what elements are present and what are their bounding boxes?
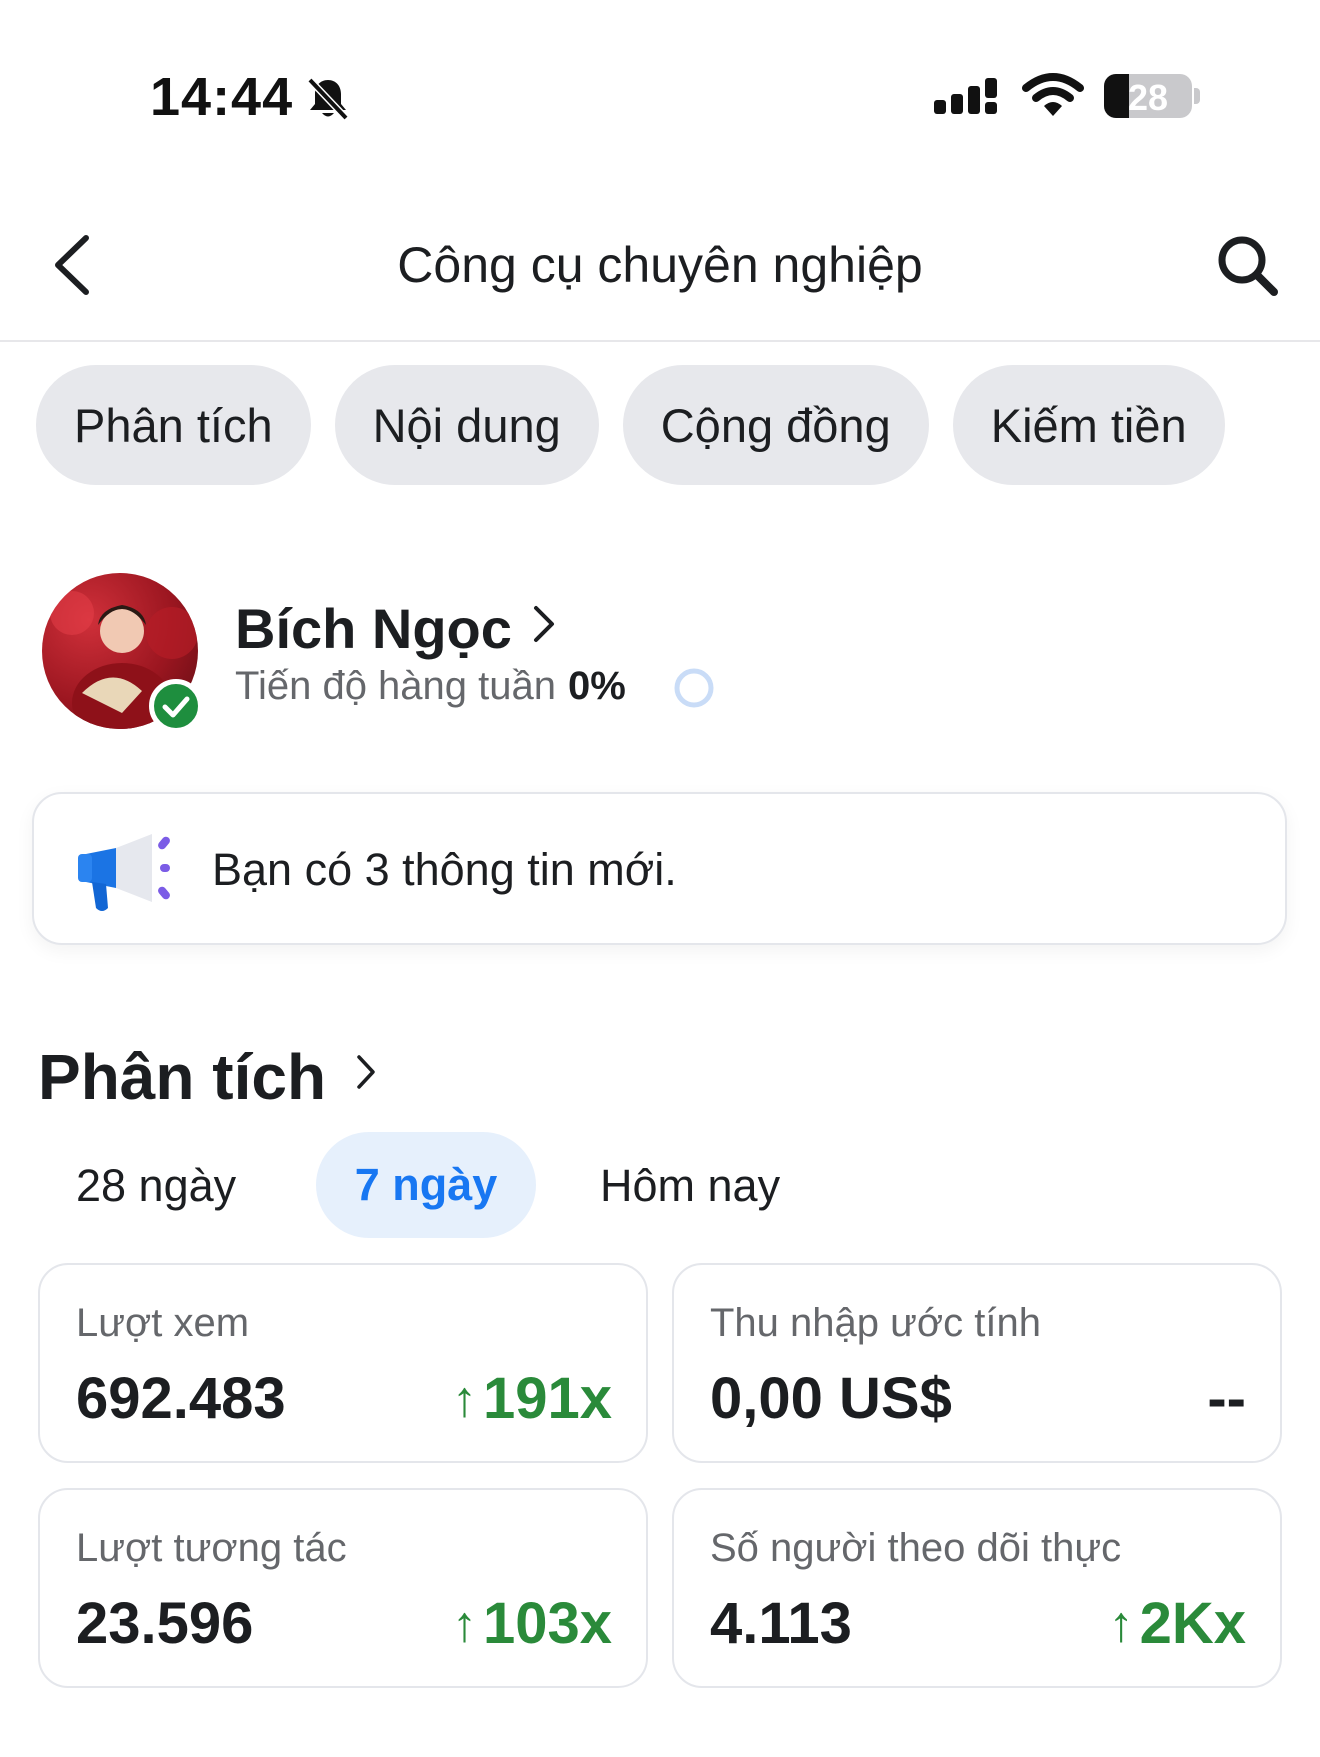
stat-change: ↑ 2Kx	[1109, 1590, 1246, 1657]
progress-ring	[674, 668, 714, 708]
stat-card-views[interactable]: Lượt xem 692.483 ↑ 191x	[38, 1263, 648, 1463]
bell-slash-icon	[307, 77, 349, 121]
megaphone-icon	[78, 834, 170, 911]
arrow-up-icon: ↑	[451, 1595, 477, 1652]
stat-value: 23.596	[76, 1591, 254, 1656]
verified-badge	[149, 679, 203, 733]
tab-kiem-tien[interactable]: Kiếm tiền	[952, 365, 1225, 485]
stat-change-value: 2Kx	[1139, 1591, 1246, 1656]
notification-text: Bạn có 3 thông tin mới.	[212, 844, 677, 895]
stat-change-value: 103x	[482, 1591, 612, 1656]
stat-label: Số người theo dõi thực	[710, 1526, 1122, 1570]
checkmark-icon	[162, 696, 190, 718]
stat-value: 4.113	[710, 1591, 852, 1656]
stat-value: 0,00 US$	[710, 1366, 952, 1431]
status-bar: 14:44 28	[0, 0, 1320, 190]
stat-card-income[interactable]: Thu nhập ước tính 0,00 US$ --	[672, 1263, 1282, 1463]
stat-value: 692.483	[76, 1366, 286, 1431]
stat-change-value: 191x	[482, 1366, 612, 1431]
chevron-right-icon[interactable]	[354, 1052, 378, 1092]
arrow-up-icon: ↑	[1108, 1595, 1134, 1652]
notification-banner[interactable]: Bạn có 3 thông tin mới.	[32, 792, 1287, 945]
battery-level: 28	[1127, 77, 1169, 118]
arrow-up-icon: ↑	[451, 1370, 477, 1427]
section-title[interactable]: Phân tích	[38, 1040, 326, 1114]
stat-card-followers[interactable]: Số người theo dõi thực 4.113 ↑ 2Kx	[672, 1488, 1282, 1688]
tab-bar: Phân tích Nội dung Cộng đồng Kiếm tiền	[36, 365, 1225, 485]
stat-label: Lượt tương tác	[76, 1526, 347, 1570]
header: Công cụ chuyên nghiệp	[0, 200, 1320, 342]
weekly-progress-value: 0%	[568, 664, 626, 708]
stat-label: Lượt xem	[76, 1301, 250, 1345]
wifi-icon	[1022, 73, 1084, 116]
tab-noi-dung[interactable]: Nội dung	[334, 365, 599, 485]
tab-cong-dong[interactable]: Cộng đồng	[622, 365, 929, 485]
chevron-right-icon[interactable]	[530, 602, 558, 646]
profile-name[interactable]: Bích Ngọc	[235, 596, 512, 661]
search-icon[interactable]	[1214, 232, 1280, 298]
stat-change-value: --	[1207, 1366, 1246, 1431]
stat-change: --	[1207, 1365, 1246, 1432]
stat-card-engagement[interactable]: Lượt tương tác 23.596 ↑ 103x	[38, 1488, 648, 1688]
weekly-progress-label: Tiến độ hàng tuần	[235, 664, 556, 708]
tab-phan-tich[interactable]: Phân tích	[36, 365, 311, 485]
period-today[interactable]: Hôm nay	[600, 1160, 780, 1212]
status-time: 14:44	[150, 67, 294, 127]
battery-tip	[1194, 88, 1200, 104]
battery-indicator: 28	[1104, 74, 1192, 118]
signal-icon	[934, 78, 997, 114]
period-28-days[interactable]: 28 ngày	[76, 1160, 236, 1212]
stat-label: Thu nhập ước tính	[710, 1301, 1041, 1345]
stat-change: ↑ 191x	[452, 1365, 612, 1432]
period-7-days[interactable]: 7 ngày	[316, 1132, 536, 1238]
weekly-progress: Tiến độ hàng tuần 0%	[235, 664, 626, 709]
page-title: Công cụ chuyên nghiệp	[397, 237, 923, 293]
stat-change: ↑ 103x	[452, 1590, 612, 1657]
